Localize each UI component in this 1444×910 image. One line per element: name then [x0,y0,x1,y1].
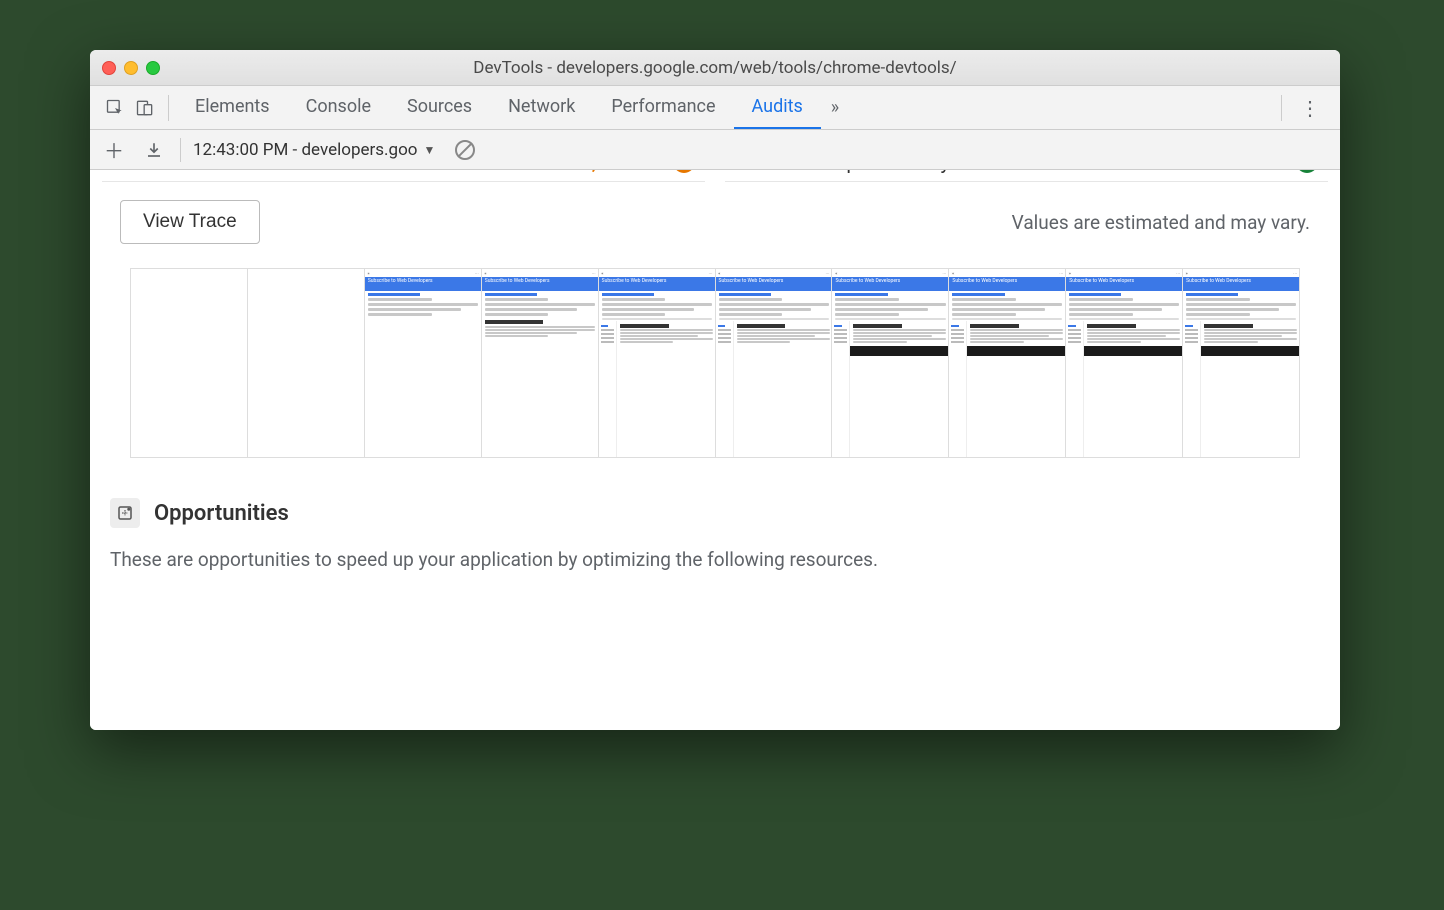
pass-badge-icon: ✓ [1296,170,1318,173]
estimate-note: Values are estimated and may vary. [1012,211,1310,234]
metric-value: 7,130 ms [580,170,663,174]
tab-performance[interactable]: Performance [593,86,733,129]
metric-label: Estimated Input Latency [735,170,950,174]
warning-badge-icon: ! [673,170,695,173]
tab-audits[interactable]: Audits [734,86,821,129]
metric-label: Time to Interactive [112,170,278,174]
download-report-icon[interactable] [140,136,168,164]
more-tabs-icon[interactable]: » [821,97,849,118]
device-toolbar-icon[interactable] [130,93,160,123]
tab-console[interactable]: Console [288,86,389,129]
report-selector-label: 12:43:00 PM - developers.goo [193,140,417,160]
tab-network[interactable]: Network [490,86,593,129]
metric-time-to-interactive: Time to Interactive 7,130 ms ! [102,170,705,182]
view-trace-button[interactable]: View Trace [120,200,260,244]
inspect-element-icon[interactable] [100,93,130,123]
filmstrip-frame: ✶⋯ Subscribe to Web Developers [365,269,482,457]
panel-tabs: Elements Console Sources Network Perform… [177,86,821,129]
tab-elements[interactable]: Elements [177,86,288,129]
metric-estimated-input-latency: Estimated Input Latency 16 ms ✓ [725,170,1328,182]
filmstrip-frame: ✶⋯ Subscribe to Web Developers [949,269,1066,457]
metrics-row: Time to Interactive 7,130 ms ! Estimated… [90,170,1340,182]
metric-value: 16 ms [1231,170,1286,174]
close-window-button[interactable] [102,61,116,75]
filmstrip-frame: ✶⋯ Subscribe to Web Developers [482,269,599,457]
window-title: DevTools - developers.google.com/web/too… [90,58,1340,78]
devtools-window: DevTools - developers.google.com/web/too… [90,50,1340,730]
audits-toolbar: ＋ 12:43:00 PM - developers.goo ▼ [90,130,1340,170]
opportunities-icon [110,498,140,528]
filmstrip-frame: ✶⋯ Subscribe to Web Developers [1183,269,1299,457]
minimize-window-button[interactable] [124,61,138,75]
load-filmstrip: ✶⋯ Subscribe to Web Developers ✶⋯ Subscr… [130,268,1300,458]
filmstrip-frame [248,269,365,457]
filmstrip-frame: ✶⋯ Subscribe to Web Developers [1066,269,1183,457]
traffic-lights [102,61,160,75]
new-audit-icon[interactable]: ＋ [100,136,128,164]
report-selector[interactable]: 12:43:00 PM - developers.goo ▼ [193,140,435,160]
tab-sources[interactable]: Sources [389,86,490,129]
dropdown-caret-icon: ▼ [423,143,435,157]
opportunities-description: These are opportunities to speed up your… [110,546,1320,575]
filmstrip-frame: ✶⋯ Subscribe to Web Developers [832,269,949,457]
clear-icon[interactable] [455,140,475,160]
devtools-tabbar: Elements Console Sources Network Perform… [90,86,1340,130]
maximize-window-button[interactable] [146,61,160,75]
opportunities-title: Opportunities [154,501,289,526]
settings-menu-icon[interactable]: ⋮ [1290,96,1330,120]
filmstrip-frame [131,269,248,457]
audits-content: Time to Interactive 7,130 ms ! Estimated… [90,170,1340,730]
trace-row: View Trace Values are estimated and may … [90,182,1340,268]
opportunities-section: Opportunities These are opportunities to… [90,458,1340,595]
filmstrip-frame: ✶⋯ Subscribe to Web Developers [599,269,716,457]
filmstrip-frame: ✶⋯ Subscribe to Web Developers [716,269,833,457]
titlebar: DevTools - developers.google.com/web/too… [90,50,1340,86]
